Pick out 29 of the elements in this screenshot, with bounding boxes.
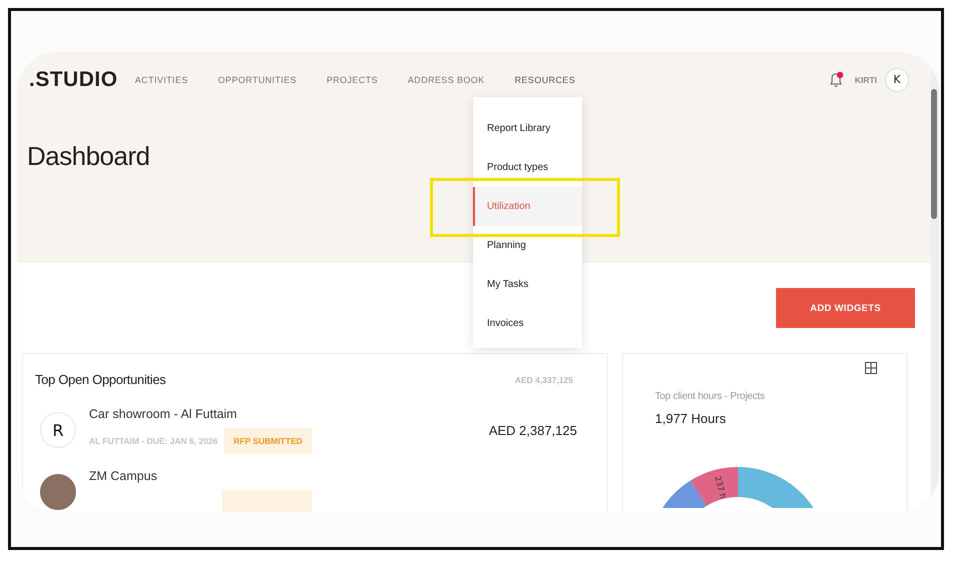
- studio-logo[interactable]: .STUDIO: [29, 68, 134, 92]
- total-amount: AED 4,337,125: [514, 374, 573, 384]
- user-avatar[interactable]: K: [885, 68, 909, 92]
- widget-subtitle: Top client hours - Projects: [655, 391, 766, 402]
- hours-total: 1,977 Hours: [655, 411, 727, 426]
- add-widgets-button[interactable]: ADD WIDGETS: [776, 288, 915, 328]
- nav-link[interactable]: PROJECTS: [326, 70, 379, 88]
- nav-link[interactable]: ACTIVITIES: [134, 70, 190, 88]
- nav-link[interactable]: OPPORTUNITIES: [217, 70, 298, 88]
- opportunity-name[interactable]: ZM Campus: [89, 468, 577, 482]
- page-title: Dashboard: [27, 141, 150, 172]
- nav-link[interactable]: RESOURCES: [514, 70, 576, 88]
- user-name: KIRTI: [854, 74, 877, 84]
- avatar-initial: R: [40, 412, 76, 448]
- menu-item[interactable]: Report Library: [473, 109, 582, 148]
- status-badge: RFP SUBMITTED: [224, 428, 312, 454]
- menu-item[interactable]: Invoices: [473, 304, 582, 343]
- photo-placeholder: [40, 474, 76, 510]
- menu-item[interactable]: Product types: [473, 148, 582, 187]
- menu-item[interactable]: My Tasks: [473, 265, 582, 304]
- opportunity-details: AL FUTTAIM - DUE: JAN 6, 2026: [89, 436, 218, 446]
- opportunity-name[interactable]: Car showroom - Al Futtaim: [89, 406, 489, 420]
- slice-label: 237 h: [713, 475, 728, 500]
- nav-link[interactable]: ADDRESS BOOK: [406, 70, 486, 88]
- opportunity-amount: AED 2,387,125: [488, 422, 577, 438]
- menu-item[interactable]: Planning: [473, 226, 582, 265]
- card-title: Top Open Opportunities: [35, 372, 166, 387]
- scrollbar-thumb[interactable]: [931, 89, 937, 219]
- grid-icon[interactable]: [865, 362, 877, 374]
